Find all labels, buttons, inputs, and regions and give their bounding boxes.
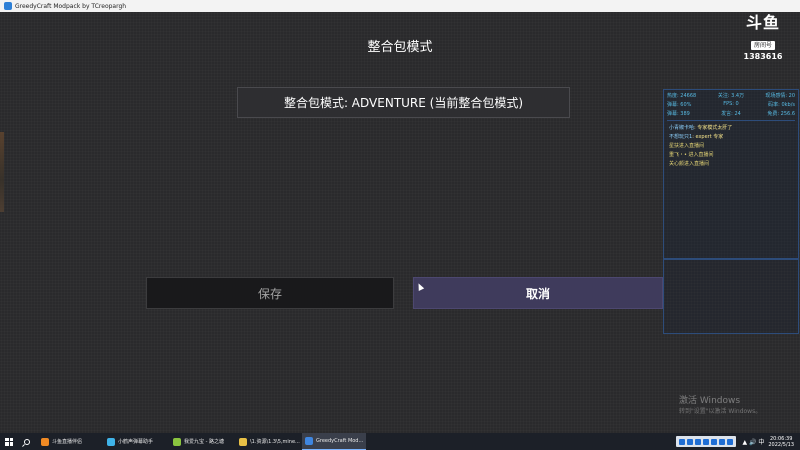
taskbar-item-greedycraft[interactable]: GreedyCraft Mod... [302, 433, 366, 450]
stat-item: 现场感情: 20 [765, 93, 795, 99]
ime-icon[interactable] [679, 438, 686, 445]
douyu-logo: 斗鱼 房间号 1383616 [740, 13, 786, 62]
chat-text: : 专家模式太肝了 [694, 125, 733, 131]
taskbar-item-label: \1.资源\1.3\5,mine... [250, 439, 300, 445]
room-id: 1383616 [743, 52, 783, 61]
taskbar-clock[interactable]: 20:06:39 2022/5/13 [768, 436, 794, 448]
taskbar-item-music[interactable]: 我爱九宝 - 路之塘 [170, 433, 234, 450]
search-icon[interactable] [18, 433, 36, 450]
minecraft-app-icon [305, 437, 313, 445]
chat-text: 星扶进入直播间 [669, 143, 705, 149]
taskbar-item-label: 斗鱼直播伴侣 [52, 439, 83, 445]
chat-nick: 小青椒卡哈 [669, 125, 695, 131]
stat-item: 码率: 0kb/s [768, 102, 795, 108]
save-button[interactable]: 保存 [146, 277, 394, 309]
taskbar-item-danmaku-helper[interactable]: 小鹤声弹幕助手 [104, 433, 168, 450]
folder-icon [239, 437, 247, 446]
system-tray: ▲ 🔊 中 20:06:39 2022/5/13 [676, 433, 800, 450]
stat-item: 弹幕: 60% [667, 102, 692, 108]
activate-windows-watermark: 激活 Windows 转到"设置"以激活 Windows。 [679, 393, 761, 415]
divider [667, 120, 795, 121]
tray-app-icon[interactable] [695, 438, 702, 445]
stream-stats-panel: 热度: 24668 关注: 3.4万 现场感情: 20 弹幕: 60% FPS:… [663, 89, 799, 259]
volume-icon[interactable]: ▲ 🔊 中 [742, 437, 764, 446]
taskbar-item-label: 小鹤声弹幕助手 [118, 439, 154, 445]
stat-item: 发言: 24 [721, 111, 741, 117]
logo-subtitle: 房间号 [750, 41, 775, 50]
chat-message: 关心颜进入直播间 [669, 160, 793, 169]
taskbar-item-douyu-companion[interactable]: 斗鱼直播伴侣 [38, 433, 102, 450]
windows-icon [5, 437, 13, 446]
stats-grid: 热度: 24668 关注: 3.4万 现场感情: 20 弹幕: 60% FPS:… [664, 90, 798, 117]
page-title: 整合包模式 [367, 40, 433, 55]
douyu-app-icon [41, 437, 49, 446]
gift-panel [663, 259, 799, 334]
taskbar-item-label: 我爱九宝 - 路之塘 [184, 439, 224, 445]
taskbar-item-label: GreedyCraft Mod... [316, 438, 364, 444]
stat-item: 关注: 3.4万 [717, 93, 745, 99]
chat-message: 不想玩只1: expert 专家 [669, 133, 793, 142]
chat-message: 小青椒卡哈: 专家模式太肝了 [669, 124, 793, 133]
tray-app-icon[interactable] [703, 438, 710, 445]
stat-item: FPS: 0 [723, 101, 739, 107]
chat-text: : expert 专家 [692, 134, 724, 140]
taskbar: 斗鱼直播伴侣 小鹤声弹幕助手 我爱九宝 - 路之塘 \1.资源\1.3\5,mi… [0, 433, 800, 450]
start-button[interactable] [0, 433, 18, 450]
clock-date: 2022/5/13 [768, 441, 794, 448]
window-title: GreedyCraft Modpack by TCreopargh [15, 2, 127, 10]
window-title-bar[interactable]: GreedyCraft Modpack by TCreopargh [0, 0, 800, 12]
tray-app-icon[interactable] [711, 438, 718, 445]
danmaku-app-icon [107, 437, 115, 446]
cancel-button[interactable]: 取消 [413, 277, 663, 309]
background-edge [0, 132, 4, 212]
stat-item: 弹幕: 389 [667, 111, 690, 117]
logo-text: 斗鱼 [745, 13, 780, 32]
stat-item: 热度: 24668 [667, 93, 697, 99]
stat-item: 免费: 256.6 [767, 111, 795, 117]
modpack-mode-button[interactable]: 整合包模式: ADVENTURE (当前整合包模式) [237, 87, 570, 118]
chat-text: 重飞・• 进入直播间 [669, 152, 714, 158]
tray-app-icon[interactable] [719, 438, 726, 445]
chat-message: 重飞・• 进入直播间 [669, 151, 793, 160]
chat-text: 关心颜进入直播间 [669, 161, 710, 167]
taskbar-item-explorer[interactable]: \1.资源\1.3\5,mine... [236, 433, 300, 450]
chat-nick: 不想玩只1 [669, 134, 693, 140]
chat-message: 星扶进入直播间 [669, 142, 793, 151]
tray-app-icon[interactable] [727, 438, 734, 445]
clock-time: 20:06:39 [769, 435, 793, 442]
tray-app-icon[interactable] [687, 438, 694, 445]
danmaku-chat: 小青椒卡哈: 专家模式太肝了 不想玩只1: expert 专家 星扶进入直播间 … [664, 124, 798, 169]
music-app-icon [173, 437, 181, 446]
watermark-subtitle: 转到"设置"以激活 Windows。 [679, 408, 762, 415]
watermark-title: 激活 Windows [679, 396, 741, 406]
tray-icons[interactable] [676, 436, 737, 447]
app-icon [4, 2, 12, 10]
